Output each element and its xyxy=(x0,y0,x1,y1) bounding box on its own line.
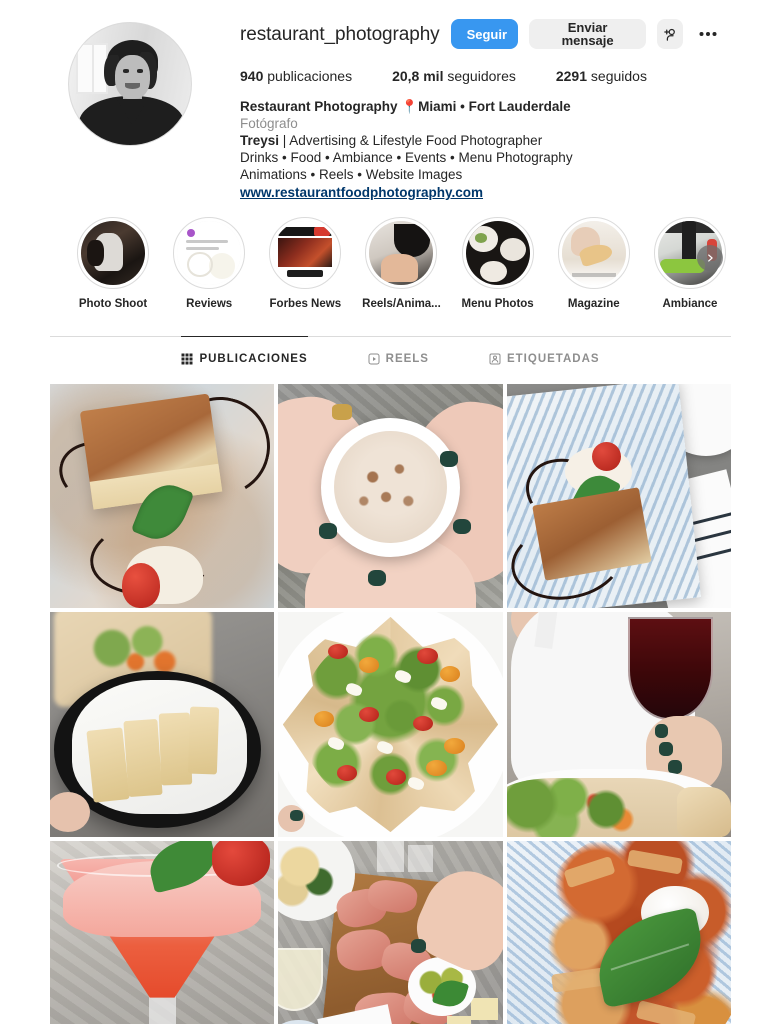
username-row: restaurant_photography Seguir Enviar men… xyxy=(240,18,721,50)
add-person-icon xyxy=(663,28,675,41)
story-highlights: Photo Shoot Reviews Forbes News Reels/An… xyxy=(0,201,781,310)
grid-post[interactable] xyxy=(50,840,275,1024)
highlight-label: Ambiance xyxy=(662,298,718,310)
avatar-column xyxy=(50,14,210,201)
highlight-ring xyxy=(557,217,630,289)
chevron-right-icon xyxy=(708,254,713,262)
tab-etiquetadas[interactable]: ETIQUETADAS xyxy=(489,336,600,378)
location-pin-icon: 📍 xyxy=(401,99,419,114)
highlight-photo-shoot[interactable]: Photo Shoot xyxy=(70,217,156,310)
posts-label: publicaciones xyxy=(267,68,353,84)
bio-location: Miami • Fort Lauderdale xyxy=(418,99,571,114)
followers-label: seguidores xyxy=(447,68,516,84)
profile-tabs-container: PUBLICACIONES REELS ETIQUETADAS xyxy=(50,336,731,378)
profile-username: restaurant_photography xyxy=(240,23,440,45)
tab-label: PUBLICACIONES xyxy=(199,353,308,365)
message-button[interactable]: Enviar mensaje xyxy=(529,19,646,49)
bio-line-3: Animations • Reels • Website Images xyxy=(240,167,463,182)
bio-category: Fotógrafo xyxy=(240,116,298,131)
avatar[interactable] xyxy=(68,22,192,146)
stat-posts: 940 publicaciones xyxy=(240,68,352,84)
highlight-thumbnail xyxy=(561,221,626,285)
tab-label: ETIQUETADAS xyxy=(506,353,600,365)
grid-icon xyxy=(181,353,193,365)
grid-post[interactable] xyxy=(506,840,731,1024)
highlight-reviews[interactable]: Reviews xyxy=(166,217,252,310)
instagram-profile-page: restaurant_photography Seguir Enviar men… xyxy=(0,0,781,1024)
reels-icon xyxy=(368,353,380,365)
profile-header: restaurant_photography Seguir Enviar men… xyxy=(0,0,781,201)
bio-display-name: Restaurant Photography xyxy=(240,99,398,114)
grid-post[interactable] xyxy=(50,612,275,837)
grid-post[interactable] xyxy=(506,612,731,837)
bio-line-2: Drinks • Food • Ambiance • Events • Menu… xyxy=(240,150,573,165)
followers-count: 20,8 mil xyxy=(392,68,444,84)
highlight-forbes-news[interactable]: Forbes News xyxy=(262,217,348,310)
following-label: seguidos xyxy=(590,68,647,84)
highlight-ring xyxy=(77,217,149,289)
grid-post[interactable] xyxy=(50,384,275,609)
add-person-button[interactable] xyxy=(656,19,684,49)
highlight-ring xyxy=(461,217,534,289)
stat-followers[interactable]: 20,8 mil seguidores xyxy=(392,68,516,84)
highlight-thumbnail xyxy=(177,221,242,285)
posts-count: 940 xyxy=(240,68,264,84)
highlight-thumbnail xyxy=(369,221,434,285)
highlight-reels-animations[interactable]: Reels/Anima... xyxy=(358,217,444,310)
highlight-label: Magazine xyxy=(567,298,620,310)
bio-author-role: | Advertising & Lifestyle Food Photograp… xyxy=(279,133,543,148)
highlight-thumbnail xyxy=(465,221,530,285)
grid-post[interactable] xyxy=(506,384,731,609)
highlight-thumbnail xyxy=(273,221,338,285)
tab-publicaciones[interactable]: PUBLICACIONES xyxy=(181,336,308,378)
more-options-button[interactable] xyxy=(694,19,721,49)
grid-post[interactable] xyxy=(278,840,503,1024)
highlight-menu-photos[interactable]: Menu Photos xyxy=(455,217,541,310)
profile-tabs: PUBLICACIONES REELS ETIQUETADAS xyxy=(50,336,731,378)
more-options-icon xyxy=(699,32,717,36)
bio-title-line: Restaurant Photography 📍Miami • Fort Lau… xyxy=(240,98,721,115)
highlight-label: Forbes News xyxy=(269,298,342,310)
tab-label: REELS xyxy=(385,353,429,365)
bio-author-name: Treysi xyxy=(240,133,280,148)
profile-bio: Restaurant Photography 📍Miami • Fort Lau… xyxy=(240,98,721,201)
tagged-icon xyxy=(489,353,501,365)
highlight-label: Reviews xyxy=(186,298,233,310)
bio-line-1: Treysi | Advertising & Lifestyle Food Ph… xyxy=(240,132,721,149)
follow-button[interactable]: Seguir xyxy=(450,19,519,49)
highlight-label: Photo Shoot xyxy=(78,298,148,310)
highlight-label: Menu Photos xyxy=(461,298,534,310)
profile-info: restaurant_photography Seguir Enviar men… xyxy=(240,14,721,201)
highlight-label: Reels/Anima... xyxy=(362,298,441,310)
posts-grid xyxy=(50,384,731,1024)
bio-website-link[interactable]: www.restaurantfoodphotography.com xyxy=(240,184,483,201)
tab-reels[interactable]: REELS xyxy=(368,336,429,378)
highlights-next-button[interactable] xyxy=(697,245,723,271)
highlight-ring xyxy=(269,217,342,289)
profile-stats: 940 publicaciones 20,8 mil seguidores 22… xyxy=(240,68,721,84)
grid-post[interactable] xyxy=(278,612,503,837)
highlight-magazine[interactable]: Magazine xyxy=(551,217,637,310)
highlight-ring xyxy=(173,217,246,289)
stat-following[interactable]: 2291 seguidos xyxy=(556,68,647,84)
grid-post[interactable] xyxy=(278,384,503,609)
highlight-thumbnail xyxy=(81,221,145,285)
following-count: 2291 xyxy=(555,68,588,84)
highlight-ring xyxy=(365,217,438,289)
